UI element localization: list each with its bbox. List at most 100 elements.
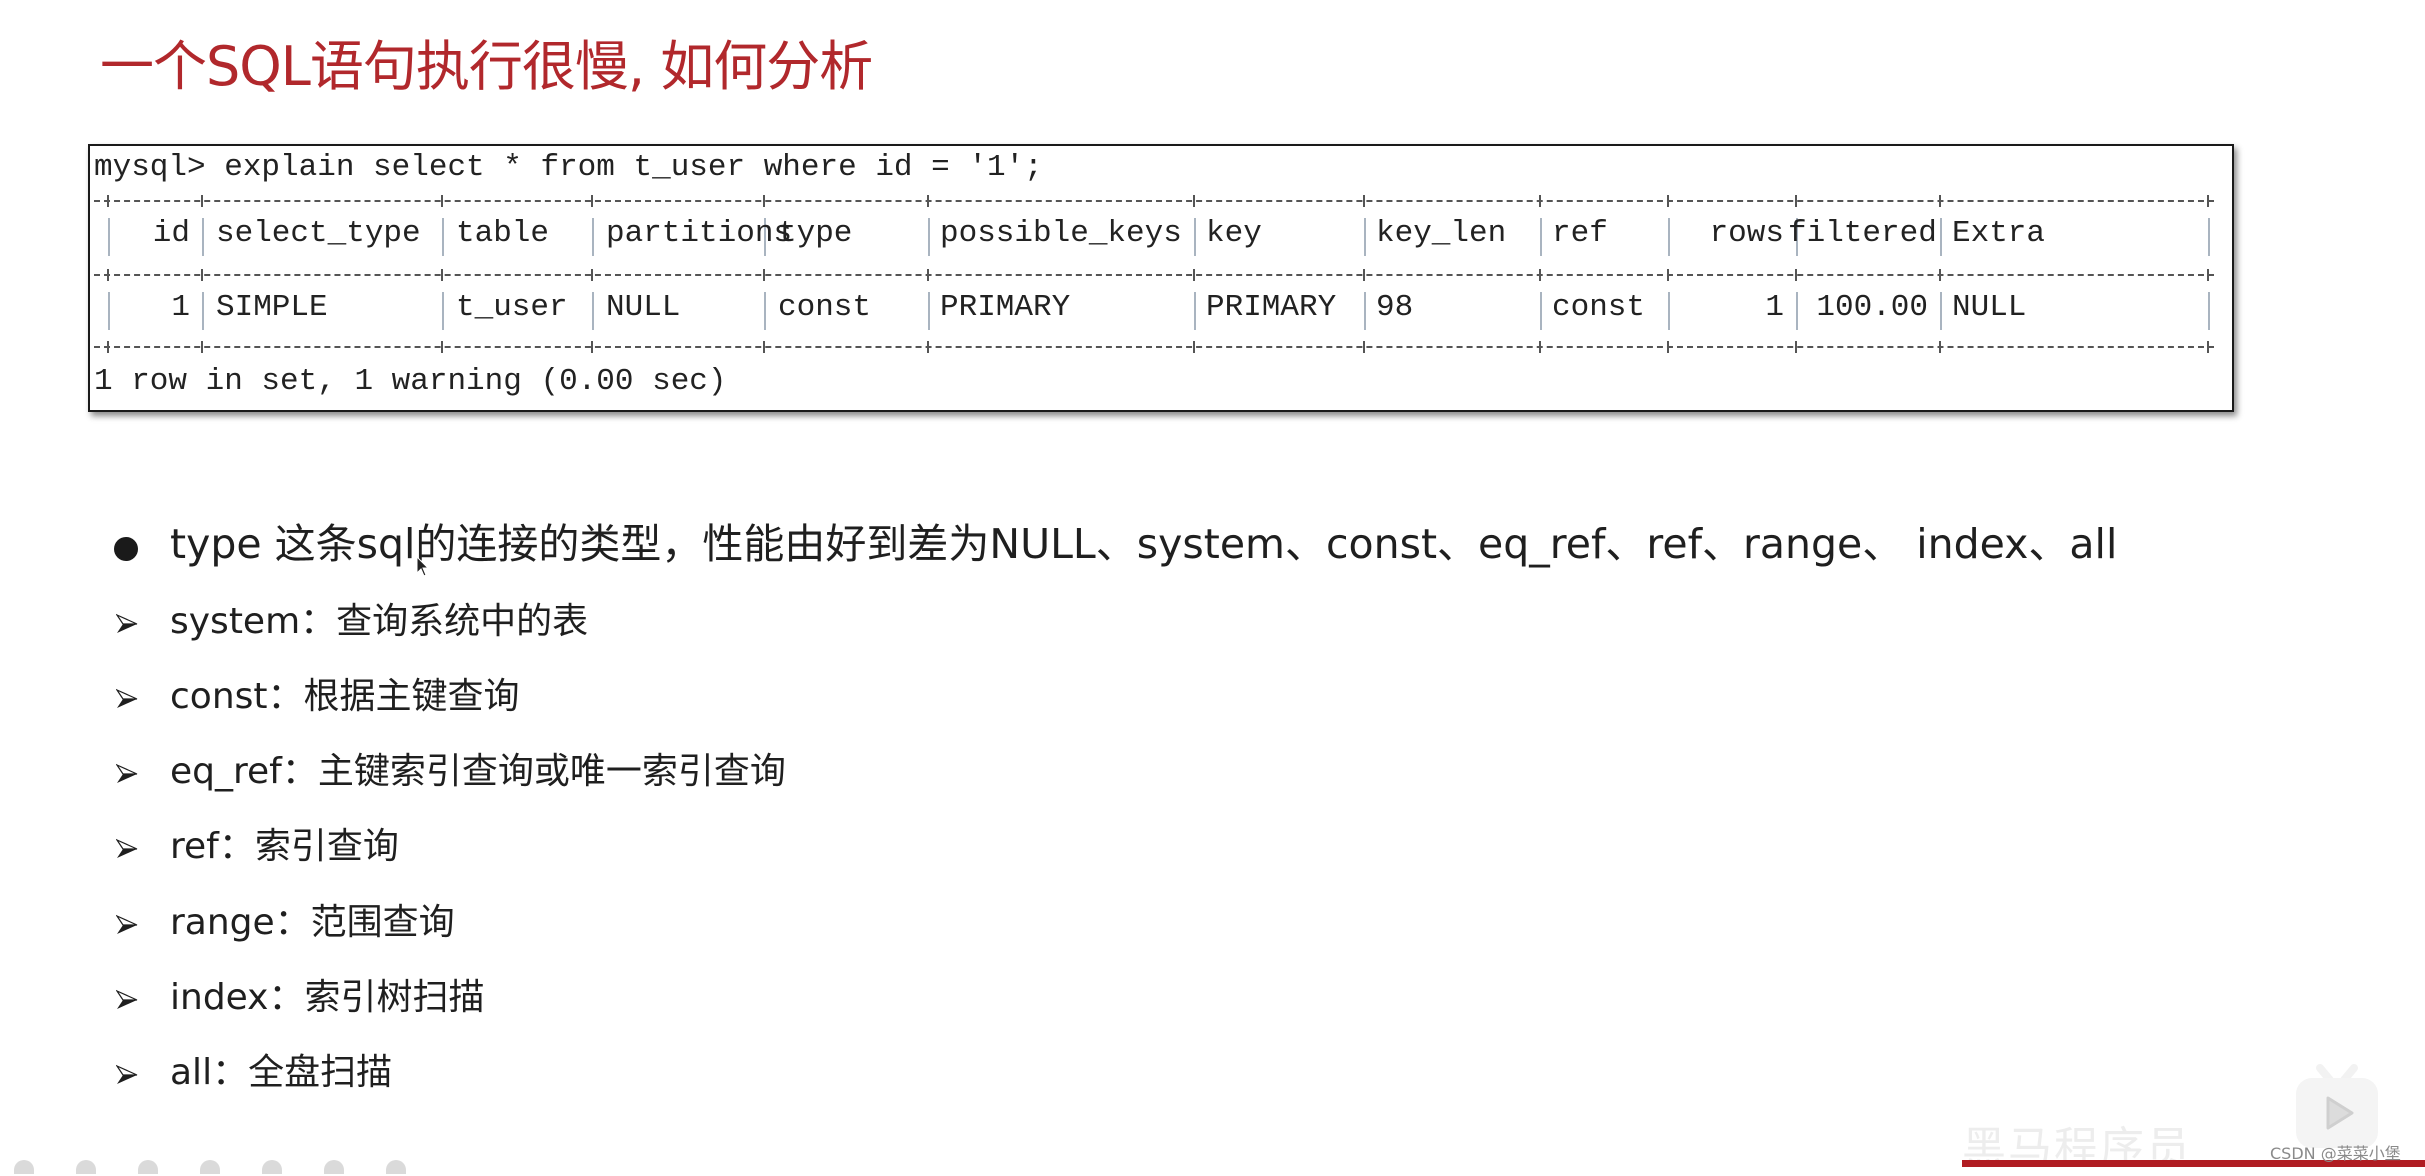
- type-list-item: system：查询系统中的表: [112, 592, 588, 644]
- type-list-item-text: range：范围查询: [170, 902, 455, 943]
- table-border-junction: [923, 341, 933, 353]
- table-border-junction: [759, 341, 769, 353]
- table-border-junction: [759, 269, 769, 281]
- column-separator: [1540, 218, 1542, 256]
- progress-dot: [200, 1160, 220, 1174]
- table-cell: 100.00: [1816, 290, 1928, 325]
- type-list-item-text: index：索引树扫描: [170, 977, 485, 1018]
- column-header: possible_keys: [940, 216, 1182, 251]
- progress-dot: [386, 1160, 406, 1174]
- type-list-item: all：全盘扫描: [112, 1043, 392, 1095]
- table-border-junction: [923, 269, 933, 281]
- table-cell: t_user: [456, 290, 568, 325]
- column-separator: [1194, 292, 1196, 330]
- table-border-junction: [1935, 341, 1945, 353]
- column-separator: [2208, 218, 2210, 256]
- column-header: table: [456, 216, 550, 251]
- table-border-junction: [759, 195, 769, 207]
- table-border-junction: [1663, 269, 1673, 281]
- type-list-item: index：索引树扫描: [112, 968, 485, 1020]
- table-border-junction: [103, 269, 113, 281]
- column-header: select_type: [216, 216, 421, 251]
- table-border-header: [94, 274, 2214, 278]
- mouse-cursor-icon: [416, 556, 430, 577]
- column-header: rows: [1709, 216, 1784, 251]
- column-separator: [202, 292, 204, 330]
- column-header: filtered: [1788, 216, 1937, 251]
- csdn-credit: CSDN @菜菜小堡: [2270, 1144, 2401, 1163]
- table-header-row: id select_type table partitions type possible…: [90, 216, 2232, 256]
- table-cell: PRIMARY: [1206, 290, 1337, 325]
- table-border-junction: [1535, 269, 1545, 281]
- table-border-junction: [197, 195, 207, 207]
- type-description-text: type 这条sql的连接的类型，性能由好到差为NULL、system、cons…: [170, 520, 2118, 568]
- arrow-bullet-icon: [116, 838, 138, 858]
- table-border-junction: [2203, 341, 2213, 353]
- table-border-top: [94, 200, 2214, 204]
- column-separator: [1364, 218, 1366, 256]
- bullet-dot-icon: [114, 537, 138, 561]
- type-list-item: eq_ref：主键索引查询或唯一索引查询: [112, 742, 786, 794]
- type-description: type 这条sql的连接的类型，性能由好到差为NULL、system、cons…: [112, 510, 2117, 571]
- progress-dot: [324, 1160, 344, 1174]
- column-header: key: [1206, 216, 1262, 251]
- table-cell: 98: [1376, 290, 1414, 325]
- table-border-bottom: [94, 346, 2214, 350]
- column-separator: [442, 218, 444, 256]
- column-header: partitions: [606, 216, 793, 251]
- table-border-junction: [2203, 195, 2213, 207]
- progress-dot: [138, 1160, 158, 1174]
- table-border-junction: [1663, 341, 1673, 353]
- table-border-junction: [1791, 195, 1801, 207]
- bilibili-tv-icon: [2296, 1064, 2378, 1148]
- column-separator: [108, 218, 110, 256]
- type-list-item: range：范围查询: [112, 893, 455, 945]
- mysql-explain-output: mysql> explain select * from t_user wher…: [88, 144, 2234, 412]
- table-border-junction: [1535, 195, 1545, 207]
- column-separator: [108, 292, 110, 330]
- table-row: 1 SIMPLE t_user NULL const PRIMARY PRIMARY 98 co…: [90, 290, 2232, 330]
- arrow-bullet-icon: [116, 914, 138, 934]
- column-separator: [592, 218, 594, 256]
- type-list-item: ref：索引查询: [112, 817, 399, 869]
- slide-title: 一个SQL语句执行很慢, 如何分析: [100, 35, 873, 98]
- table-border-junction: [587, 341, 597, 353]
- table-cell: 1: [1765, 290, 1784, 325]
- query-summary: 1 row in set, 1 warning (0.00 sec): [94, 364, 727, 399]
- table-border-junction: [587, 269, 597, 281]
- type-list-item-text: const：根据主键查询: [170, 676, 520, 717]
- column-separator: [928, 218, 930, 256]
- column-separator: [1364, 292, 1366, 330]
- table-cell: PRIMARY: [940, 290, 1071, 325]
- column-separator: [202, 218, 204, 256]
- arrow-bullet-icon: [116, 1064, 138, 1084]
- table-border-junction: [587, 195, 597, 207]
- table-cell: NULL: [606, 290, 681, 325]
- table-border-junction: [1359, 195, 1369, 207]
- sql-command: mysql> explain select * from t_user wher…: [94, 150, 1043, 185]
- table-border-junction: [437, 341, 447, 353]
- progress-dot: [14, 1160, 34, 1174]
- type-list-item-text: system：查询系统中的表: [170, 601, 589, 642]
- column-separator: [1540, 292, 1542, 330]
- column-separator: [1940, 292, 1942, 330]
- column-separator: [764, 292, 766, 330]
- column-header: key_len: [1376, 216, 1507, 251]
- table-border-junction: [197, 341, 207, 353]
- column-separator: [928, 292, 930, 330]
- type-list-item-text: all：全盘扫描: [170, 1052, 393, 1093]
- column-separator: [592, 292, 594, 330]
- arrow-bullet-icon: [116, 688, 138, 708]
- column-separator: [442, 292, 444, 330]
- table-border-junction: [1189, 195, 1199, 207]
- type-list-item-text: ref：索引查询: [170, 826, 399, 867]
- table-cell: const: [1552, 290, 1646, 325]
- table-border-junction: [437, 195, 447, 207]
- arrow-bullet-icon: [116, 763, 138, 783]
- column-separator: [1940, 218, 1942, 256]
- arrow-bullet-icon: [116, 989, 138, 1009]
- table-border-junction: [1189, 341, 1199, 353]
- type-list-item: const：根据主键查询: [112, 667, 520, 719]
- type-list-item-text: eq_ref：主键索引查询或唯一索引查询: [170, 751, 786, 792]
- arrow-bullet-icon: [116, 613, 138, 633]
